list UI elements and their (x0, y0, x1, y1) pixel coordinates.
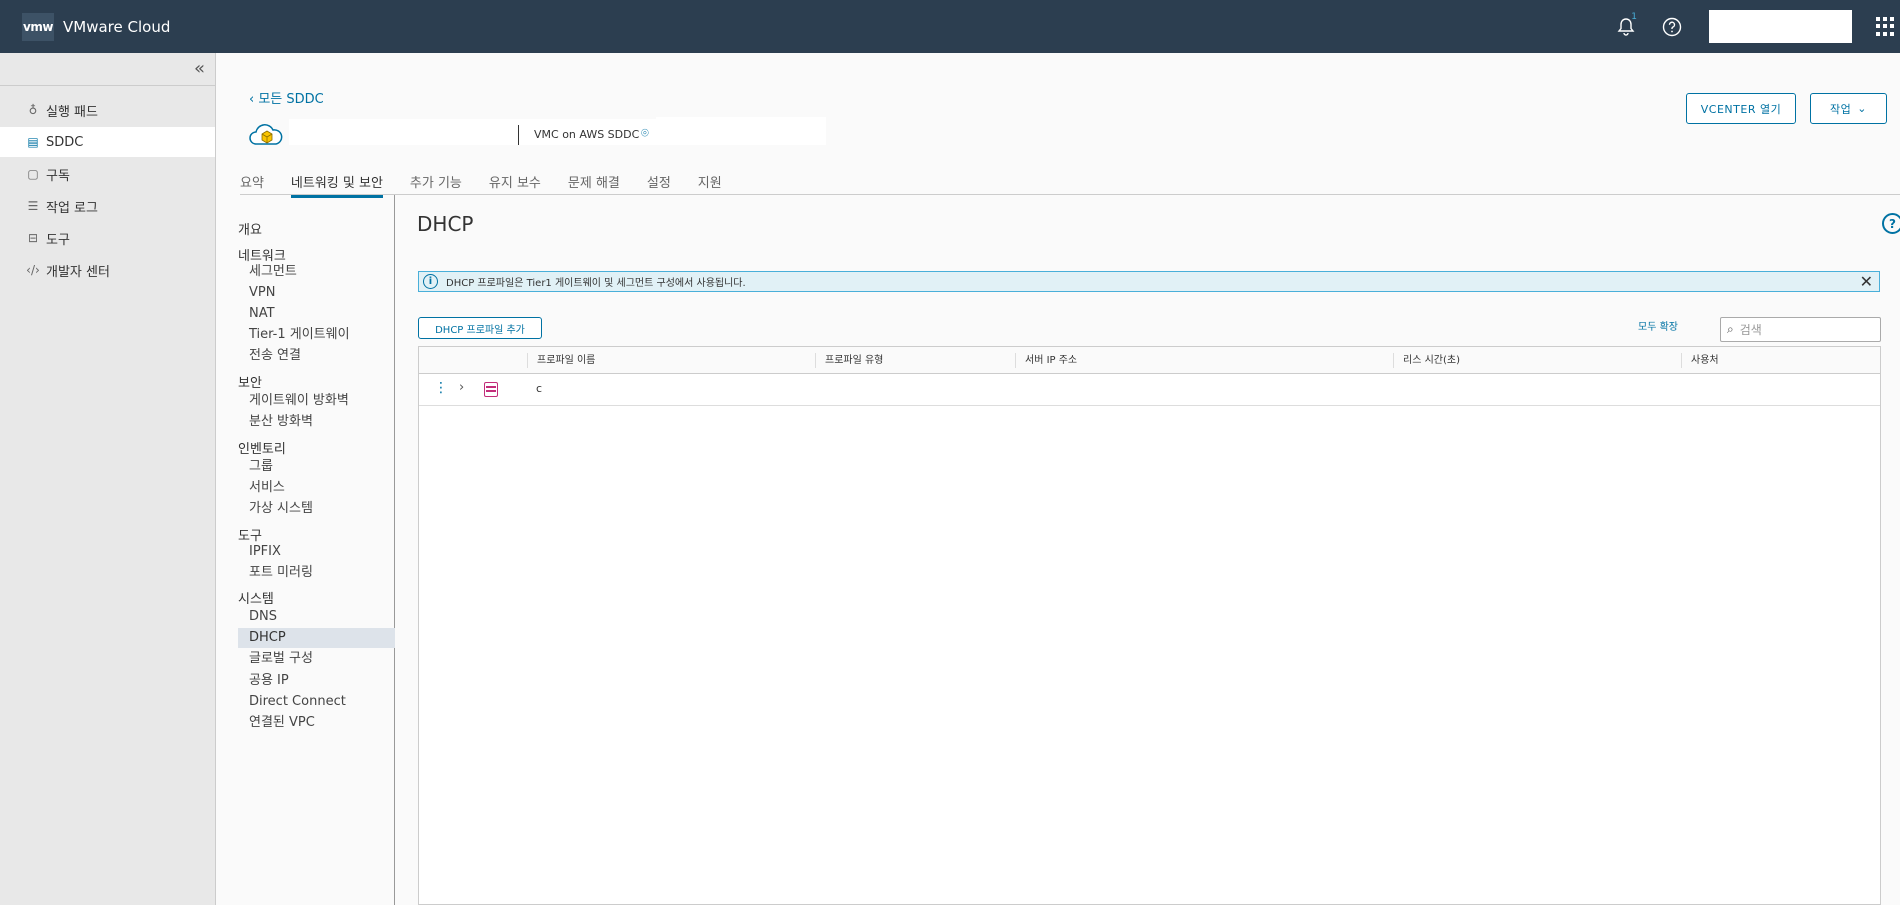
sddc-cloud-icon (249, 124, 283, 145)
dhcp-content: DHCP ? i DHCP 프로파일은 Tier1 게이트웨이 및 세그먼트 구… (396, 195, 1900, 905)
app-title[interactable]: VMware Cloud (63, 18, 170, 36)
sidebar-collapse-button[interactable]: « (0, 53, 215, 86)
actions-dropdown-button[interactable]: 작업 ⌄ (1810, 93, 1887, 124)
subnav-item-segments[interactable]: 세그먼트 (238, 262, 395, 282)
chevron-left-icon: ‹ (249, 92, 259, 107)
code-icon: ‹/› (26, 263, 40, 277)
subnav-item-distributed-firewall[interactable]: 분산 방화벽 (238, 412, 395, 432)
help-icon[interactable]: ? (1882, 213, 1900, 234)
chevron-down-icon: ⌄ (1857, 102, 1867, 115)
sidebar-item-sddc[interactable]: ▤ SDDC (0, 127, 215, 157)
sddc-type-label: VMC on AWS SDDC (534, 128, 640, 141)
open-vcenter-button[interactable]: VCENTER 열기 (1686, 93, 1796, 124)
table-header: 프로파일 이름 프로파일 유형 서버 IP 주소 리스 시간(초) 사용처 (419, 347, 1880, 374)
sidebar-item-developer-center[interactable]: ‹/› 개발자 센터 (0, 255, 215, 285)
app-switcher-icon[interactable] (1876, 16, 1896, 37)
top-header: vmw VMware Cloud 1 (0, 0, 1900, 53)
rocket-icon: ♁ (28, 103, 38, 117)
networking-subnav: 개요 네트워크 세그먼트 VPN NAT Tier-1 게이트웨이 전송 연결 … (216, 195, 395, 905)
info-alert: i DHCP 프로파일은 Tier1 게이트웨이 및 세그먼트 구성에서 사용됩… (418, 271, 1880, 292)
notification-badge: 1 (1631, 12, 1637, 22)
sidebar-item-activity-log[interactable]: ☰ 작업 로그 (0, 191, 215, 221)
column-header-lease-time[interactable]: 리스 시간(초) (1393, 347, 1460, 374)
subnav-item-gateway-firewall[interactable]: 게이트웨이 방화벽 (238, 391, 395, 411)
sidebar-item-label: 도구 (46, 232, 70, 248)
location-pin-icon: ⌾ (641, 126, 649, 141)
sidebar-item-tools[interactable]: ⊟ 도구 (0, 223, 215, 253)
subnav-item-virtual-machines[interactable]: 가상 시스템 (238, 499, 395, 519)
subnav-item-dns[interactable]: DNS (238, 607, 395, 627)
sidebar-item-label: SDDC (46, 134, 84, 150)
header-actions: 1 (1603, 0, 1900, 53)
subnav-item-ipfix[interactable]: IPFIX (238, 542, 395, 562)
back-link-label: 모든 SDDC (258, 92, 324, 107)
column-header-profile-type[interactable]: 프로파일 유형 (815, 347, 883, 374)
subnav-item-direct-connect[interactable]: Direct Connect (238, 692, 395, 712)
sidebar-item-subscriptions[interactable]: ▢ 구독 (0, 159, 215, 189)
subnav-overview[interactable]: 개요 (238, 219, 262, 238)
left-sidebar: « ♁ 실행 패드 ▤ SDDC ▢ 구독 ☰ 작업 로그 ⊟ 도구 ‹/› 개… (0, 53, 216, 905)
subnav-heading-inventory: 인벤토리 (238, 442, 286, 457)
dhcp-profiles-table: 프로파일 이름 프로파일 유형 서버 IP 주소 리스 시간(초) 사용처 ⋮ … (418, 346, 1881, 905)
search-field[interactable]: ⌕ (1720, 317, 1881, 342)
list-icon: ☰ (27, 199, 39, 213)
column-header-server-ip[interactable]: 서버 IP 주소 (1015, 347, 1077, 374)
subnav-item-global-config[interactable]: 글로벌 구성 (238, 649, 395, 669)
notifications-button[interactable]: 1 (1603, 0, 1649, 53)
add-dhcp-profile-button[interactable]: DHCP 프로파일 추가 (418, 317, 542, 339)
help-button[interactable] (1649, 0, 1695, 53)
subnav-item-vpn[interactable]: VPN (238, 283, 395, 303)
subnav-item-connected-vpc[interactable]: 연결된 VPC (238, 713, 395, 733)
sidebar-item-label: 작업 로그 (46, 200, 98, 216)
header-divider (518, 125, 519, 145)
sidebar-item-label: 개발자 센터 (46, 264, 110, 280)
subnav-heading-system: 시스템 (238, 592, 274, 607)
subnav-item-public-ips[interactable]: 공용 IP (238, 671, 395, 691)
dhcp-profile-icon (484, 382, 498, 397)
calendar-icon: ▢ (27, 167, 39, 181)
double-chevron-left-icon: « (193, 58, 205, 79)
column-header-where-used[interactable]: 사용처 (1681, 347, 1719, 374)
expand-all-link[interactable]: 모두 확장 (1638, 318, 1678, 333)
help-icon (1662, 17, 1682, 36)
subnav-item-transit-connect[interactable]: 전송 연결 (238, 346, 395, 366)
row-actions-icon[interactable]: ⋮ (434, 380, 448, 396)
sidebar-item-label: 구독 (46, 168, 70, 184)
subnav-item-groups[interactable]: 그룹 (238, 457, 395, 477)
page-title: DHCP (417, 212, 474, 236)
search-input[interactable] (1739, 322, 1860, 337)
subnav-item-port-mirroring[interactable]: 포트 미러링 (238, 563, 395, 583)
subnav-item-services[interactable]: 서비스 (238, 478, 395, 498)
table-icon: ▤ (27, 135, 39, 149)
toolbox-icon: ⊟ (27, 231, 39, 245)
search-icon: ⌕ (1727, 322, 1734, 336)
subnav-item-nat[interactable]: NAT (238, 304, 395, 324)
subnav-item-dhcp[interactable]: DHCP (238, 628, 395, 648)
close-icon[interactable]: ✕ (1860, 272, 1873, 291)
chevron-right-icon[interactable]: › (459, 380, 464, 395)
sidebar-item-launchpad[interactable]: ♁ 실행 패드 (0, 95, 215, 125)
back-to-all-sddcs-link[interactable]: ‹ 모든 SDDC (249, 88, 324, 107)
sddc-location-field (656, 117, 826, 145)
profile-name-cell: c (536, 382, 543, 395)
user-menu[interactable] (1709, 10, 1852, 43)
column-header-profile-name[interactable]: 프로파일 이름 (527, 347, 595, 374)
subnav-heading-security: 보안 (238, 376, 262, 391)
main-area: ‹ 모든 SDDC VMC on AWS SDDC ⌾ VCENTER 열기 작… (216, 53, 1900, 905)
actions-label: 작업 (1830, 102, 1852, 116)
subnav-item-tier1-gateways[interactable]: Tier-1 게이트웨이 (238, 325, 395, 345)
alert-text: DHCP 프로파일은 Tier1 게이트웨이 및 세그먼트 구성에서 사용됩니다… (446, 278, 746, 289)
sidebar-item-label: 실행 패드 (46, 104, 98, 120)
table-row: ⋮ › c (419, 374, 1880, 406)
vmware-logo[interactable]: vmw (22, 12, 54, 41)
info-icon: i (423, 274, 438, 289)
